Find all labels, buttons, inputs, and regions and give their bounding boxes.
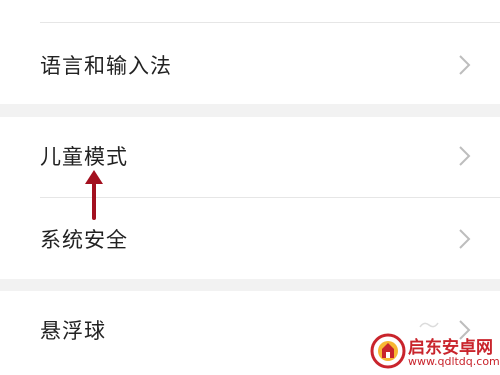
settings-item-language-input[interactable]: 语言和输入法 — [0, 23, 500, 104]
annotation-arrow-icon — [85, 170, 103, 220]
settings-item-system-security[interactable]: 系统安全 — [0, 198, 500, 279]
settings-item-kids-mode[interactable]: 儿童模式 — [0, 117, 500, 197]
chevron-right-icon — [459, 146, 471, 166]
settings-group-general: 语言和输入法 — [0, 0, 500, 104]
settings-item-label: 语言和输入法 — [40, 54, 172, 78]
watermark: 启东安卓网 www.qdltdq.com — [368, 330, 500, 375]
watermark-url: www.qdltdq.com — [408, 355, 500, 368]
settings-group-system: 儿童模式 系统安全 — [0, 117, 500, 279]
settings-item-label: 悬浮球 — [40, 319, 106, 343]
settings-item-label: 系统安全 — [40, 228, 128, 252]
settings-item-label: 儿童模式 — [40, 145, 128, 169]
chevron-right-icon — [459, 55, 471, 75]
chevron-right-icon — [459, 229, 471, 249]
watermark-logo-icon — [370, 333, 406, 369]
